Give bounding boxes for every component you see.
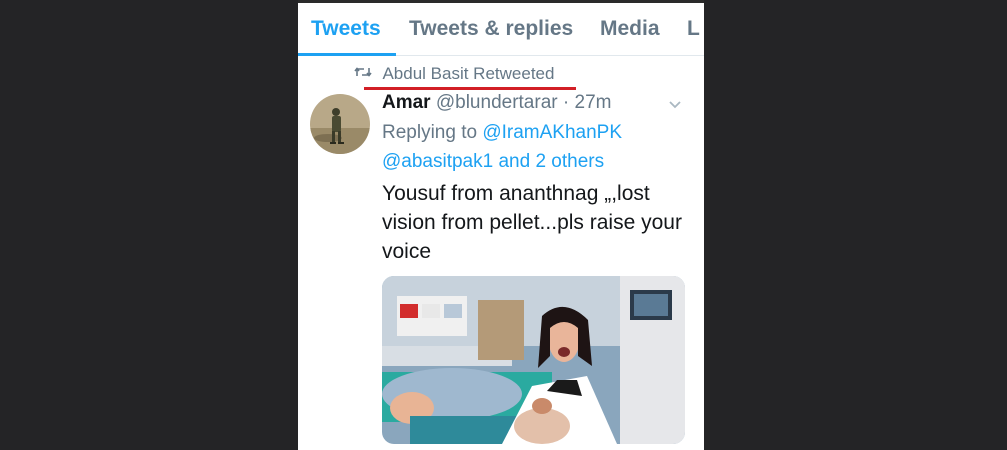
tab-tweets-and-replies[interactable]: Tweets & replies: [409, 17, 573, 41]
profile-tabs: Tweets Tweets & replies Media L: [298, 3, 704, 56]
tab-media[interactable]: Media: [600, 17, 660, 41]
tweet-timestamp[interactable]: 27m: [575, 92, 612, 113]
replying-to: Replying to @IramAKhanPK @abasitpak1 and…: [382, 118, 694, 176]
tweet[interactable]: Amar @blundertarar · 27m Replying to @Ir…: [382, 90, 694, 266]
and-others-link[interactable]: and 2 others: [493, 151, 604, 172]
retweet-icon: [354, 65, 372, 84]
dot-separator: ·: [557, 92, 575, 113]
tweet-text: Yousuf from ananthnag „,lost vision from…: [382, 182, 682, 263]
author-name[interactable]: Amar: [382, 92, 431, 113]
twitter-profile-panel: Tweets Tweets & replies Media L Abdul Ba…: [298, 0, 704, 450]
active-tab-indicator: [298, 53, 396, 56]
tab-tweets[interactable]: Tweets: [311, 17, 381, 41]
avatar[interactable]: [310, 94, 370, 154]
tweet-media-image[interactable]: [382, 276, 685, 444]
tweet-header: Amar @blundertarar · 27m: [382, 90, 694, 116]
mention-abasitpak1[interactable]: @abasitpak1: [382, 151, 493, 172]
retweeted-by-label[interactable]: Abdul Basit Retweeted: [382, 64, 554, 83]
replying-to-label: Replying to: [382, 122, 483, 143]
retweet-context: Abdul Basit Retweeted: [354, 64, 554, 86]
author-handle[interactable]: @blundertarar: [436, 92, 558, 113]
chevron-down-icon[interactable]: [668, 97, 682, 115]
mention-iramakhanpk[interactable]: @IramAKhanPK: [482, 122, 622, 143]
tab-likes-partial[interactable]: L: [687, 17, 700, 41]
